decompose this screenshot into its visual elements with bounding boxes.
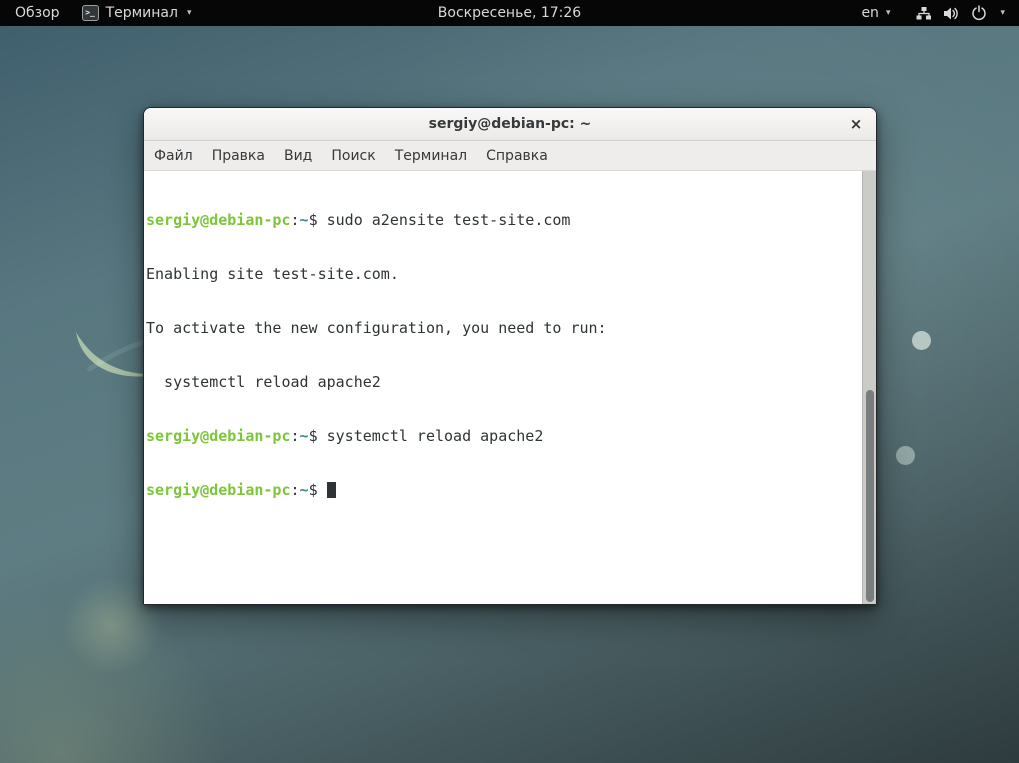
output-text: systemctl reload apache2 <box>146 373 381 391</box>
keyboard-layout-label: en <box>861 5 879 21</box>
scrollbar-track[interactable] <box>862 171 876 604</box>
prompt-user-host: sergiy@debian-pc <box>146 211 291 229</box>
terminal-line: sergiy@debian-pc:~$ sudo a2ensite test-s… <box>146 211 860 229</box>
output-text: To activate the new configuration, you n… <box>146 319 607 337</box>
menu-edit[interactable]: Правка <box>211 145 266 167</box>
window-titlebar[interactable]: sergiy@debian-pc: ~ × <box>144 108 876 141</box>
top-bar: Обзор >_ Терминал ▾ Воскресенье, 17:26 e… <box>0 0 1019 26</box>
prompt-colon: : <box>291 427 300 445</box>
command-text: systemctl reload apache2 <box>318 427 544 445</box>
power-icon <box>971 5 987 21</box>
menu-view[interactable]: Вид <box>283 145 313 167</box>
terminal-text: sergiy@debian-pc:~$ sudo a2ensite test-s… <box>144 171 862 604</box>
menu-search[interactable]: Поиск <box>330 145 376 167</box>
close-button[interactable]: × <box>845 113 867 135</box>
keyboard-layout-indicator[interactable]: en ▾ <box>861 5 890 21</box>
menu-help[interactable]: Справка <box>485 145 549 167</box>
menu-terminal[interactable]: Терминал <box>394 145 468 167</box>
window-title: sergiy@debian-pc: ~ <box>429 116 592 132</box>
scrollbar-thumb[interactable] <box>866 390 874 602</box>
menu-file[interactable]: Файл <box>153 145 194 167</box>
prompt-path: ~ <box>300 427 309 445</box>
terminal-app-icon: >_ <box>82 5 99 21</box>
volume-icon <box>943 6 960 21</box>
terminal-content-area[interactable]: sergiy@debian-pc:~$ sudo a2ensite test-s… <box>144 171 876 604</box>
terminal-line: sergiy@debian-pc:~$ systemctl reload apa… <box>146 427 860 445</box>
clock-label[interactable]: Воскресенье, 17:26 <box>438 5 581 21</box>
prompt-dollar: $ <box>309 211 318 229</box>
prompt-dollar: $ <box>309 481 318 499</box>
activities-button[interactable]: Обзор <box>11 3 64 23</box>
chevron-down-icon: ▾ <box>187 8 192 18</box>
wallpaper-dot-decoration <box>896 446 915 465</box>
menu-bar: Файл Правка Вид Поиск Терминал Справка <box>144 141 876 171</box>
output-text: Enabling site test-site.com. <box>146 265 399 283</box>
prompt-path: ~ <box>300 481 309 499</box>
system-status-area[interactable]: ▾ <box>916 5 1005 21</box>
prompt-path: ~ <box>300 211 309 229</box>
command-text: sudo a2ensite test-site.com <box>318 211 571 229</box>
terminal-cursor <box>327 482 336 498</box>
terminal-line: systemctl reload apache2 <box>146 373 860 391</box>
terminal-line: Enabling site test-site.com. <box>146 265 860 283</box>
prompt-user-host: sergiy@debian-pc <box>146 481 291 499</box>
chevron-down-icon: ▾ <box>1000 8 1005 18</box>
terminal-line: To activate the new configuration, you n… <box>146 319 860 337</box>
prompt-colon: : <box>291 481 300 499</box>
prompt-dollar: $ <box>309 427 318 445</box>
prompt-user-host: sergiy@debian-pc <box>146 427 291 445</box>
chevron-down-icon: ▾ <box>886 8 891 18</box>
terminal-window: sergiy@debian-pc: ~ × Файл Правка Вид По… <box>143 107 877 605</box>
terminal-line: sergiy@debian-pc:~$ <box>146 481 860 499</box>
app-menu-button[interactable]: >_ Терминал ▾ <box>82 5 192 21</box>
app-menu-label: Терминал <box>106 5 178 21</box>
prompt-colon: : <box>291 211 300 229</box>
wired-network-icon <box>916 6 932 21</box>
wallpaper-dot-decoration <box>912 331 931 350</box>
